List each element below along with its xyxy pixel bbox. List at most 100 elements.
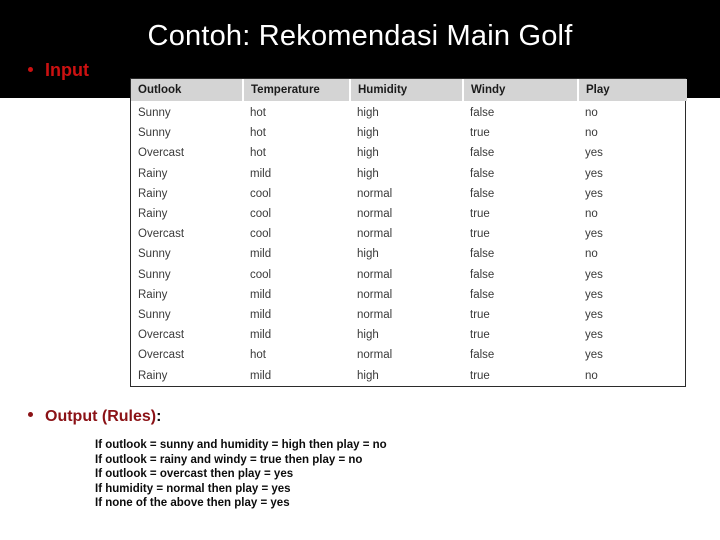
table-cell-humidity: normal bbox=[357, 288, 393, 301]
table-row: Overcast hot normal false yes bbox=[131, 345, 687, 365]
table-cell-humidity: normal bbox=[357, 349, 393, 362]
table-cell-temperature: mild bbox=[250, 288, 272, 301]
rule-line: If outlook = sunny and humidity = high t… bbox=[95, 439, 387, 451]
table-cell-windy: true bbox=[470, 208, 490, 221]
table-cell-humidity: high bbox=[357, 167, 379, 180]
table-cell-temperature: cool bbox=[250, 268, 272, 281]
table-cell-temperature: cool bbox=[250, 208, 272, 221]
table-cell-temperature: hot bbox=[250, 349, 266, 362]
table-cell-humidity: normal bbox=[357, 187, 393, 200]
table-cell-outlook: Sunny bbox=[138, 248, 171, 261]
table-cell-humidity: high bbox=[357, 127, 379, 140]
bullet-dot-icon bbox=[28, 67, 33, 72]
table-cell-windy: false bbox=[470, 349, 495, 362]
table-row: Sunny mild normal true yes bbox=[131, 305, 687, 325]
table-body: Sunny hot high false no Sunny hot high true no Ove… bbox=[131, 101, 687, 386]
table-cell-temperature: cool bbox=[250, 187, 272, 200]
table-row: Rainy cool normal true no bbox=[131, 204, 687, 224]
table-row: Overcast hot high false yes bbox=[131, 143, 687, 163]
column-header-temperature: Temperature bbox=[243, 79, 351, 101]
table-cell-windy: false bbox=[470, 167, 495, 180]
table-cell-windy: false bbox=[470, 187, 495, 200]
table-cell-temperature: cool bbox=[250, 228, 272, 241]
table-cell-windy: true bbox=[470, 369, 490, 382]
table-cell-play: no bbox=[585, 248, 598, 261]
table-cell-humidity: high bbox=[357, 369, 379, 382]
table-cell-play: no bbox=[585, 208, 598, 221]
table-row: Rainy mild high true no bbox=[131, 366, 687, 386]
table-cell-play: no bbox=[585, 107, 598, 119]
table-cell-humidity: normal bbox=[357, 208, 393, 221]
table-header-row: Outlook Temperature Humidity Windy Play bbox=[131, 79, 687, 101]
table-cell-windy: false bbox=[470, 288, 495, 301]
output-section-label: Output (Rules) bbox=[45, 408, 157, 425]
table-cell-temperature: hot bbox=[250, 147, 266, 160]
table-cell-play: yes bbox=[585, 228, 603, 241]
input-section-label: Input bbox=[45, 60, 89, 80]
table-cell-outlook: Overcast bbox=[138, 329, 185, 342]
table-cell-play: yes bbox=[585, 268, 603, 281]
weather-data-table-container: Outlook Temperature Humidity Windy Play … bbox=[130, 78, 687, 387]
table-cell-humidity: normal bbox=[357, 309, 393, 322]
table-cell-play: yes bbox=[585, 147, 603, 160]
table-row: Rainy mild normal false yes bbox=[131, 285, 687, 305]
table-cell-windy: false bbox=[470, 268, 495, 281]
table-cell-humidity: high bbox=[357, 147, 379, 160]
table-cell-humidity: normal bbox=[357, 268, 393, 281]
table-cell-outlook: Overcast bbox=[138, 349, 185, 362]
table-cell-outlook: Overcast bbox=[138, 228, 185, 241]
table-cell-windy: false bbox=[470, 107, 495, 119]
table-cell-temperature: mild bbox=[250, 248, 272, 261]
input-bullet-item: Input bbox=[28, 61, 89, 79]
table-cell-temperature: mild bbox=[250, 329, 272, 342]
table-row: Sunny cool normal false yes bbox=[131, 265, 687, 285]
table-cell-windy: true bbox=[470, 228, 490, 241]
page-title: Contoh: Rekomendasi Main Golf bbox=[147, 20, 573, 52]
weather-data-table: Outlook Temperature Humidity Windy Play … bbox=[131, 79, 687, 386]
table-cell-humidity: normal bbox=[357, 228, 393, 241]
table-cell-outlook: Rainy bbox=[138, 167, 168, 180]
table-cell-play: yes bbox=[585, 167, 603, 180]
column-header-humidity: Humidity bbox=[350, 79, 464, 101]
table-row: Rainy cool normal false yes bbox=[131, 184, 687, 204]
table-cell-temperature: hot bbox=[250, 127, 266, 140]
output-section-colon: : bbox=[156, 408, 162, 425]
table-cell-temperature: hot bbox=[250, 107, 266, 119]
table-cell-outlook: Rainy bbox=[138, 208, 168, 221]
table-cell-humidity: high bbox=[357, 248, 379, 261]
rule-line: If humidity = normal then play = yes bbox=[95, 482, 291, 495]
table-cell-play: yes bbox=[585, 329, 603, 342]
column-header-windy: Windy bbox=[463, 79, 579, 101]
table-cell-play: yes bbox=[585, 309, 603, 322]
table-header-row-group: Outlook Temperature Humidity Windy Play bbox=[131, 79, 687, 101]
table-cell-temperature: mild bbox=[250, 167, 272, 180]
table-cell-outlook: Overcast bbox=[138, 147, 185, 160]
output-bullet-item: Output (Rules): bbox=[28, 408, 161, 426]
table-cell-windy: true bbox=[470, 309, 490, 322]
table-cell-humidity: high bbox=[357, 329, 379, 342]
table-cell-play: yes bbox=[585, 288, 603, 301]
rule-line: If outlook = overcast then play = yes bbox=[95, 468, 294, 481]
table-cell-play: yes bbox=[585, 349, 603, 362]
table-cell-outlook: Sunny bbox=[138, 127, 171, 140]
table-cell-play: yes bbox=[585, 187, 603, 200]
bullet-dot-icon bbox=[28, 412, 33, 417]
table-cell-windy: false bbox=[470, 147, 495, 160]
table-row: Sunny mild high false no bbox=[131, 244, 687, 264]
table-cell-outlook: Sunny bbox=[138, 309, 171, 322]
table-cell-outlook: Rainy bbox=[138, 369, 168, 382]
table-cell-play: no bbox=[585, 369, 598, 382]
table-cell-outlook: Sunny bbox=[138, 268, 171, 281]
table-row: Overcast cool normal true yes bbox=[131, 224, 687, 244]
rules-list: If outlook = sunny and humidity = high t… bbox=[95, 438, 615, 511]
table-cell-windy: true bbox=[470, 127, 490, 140]
table-cell-temperature: mild bbox=[250, 369, 272, 382]
table-cell-windy: true bbox=[470, 329, 490, 342]
rule-line: If outlook = rainy and windy = true then… bbox=[95, 453, 363, 466]
table-cell-humidity: high bbox=[357, 107, 379, 119]
table-cell-play: no bbox=[585, 127, 598, 140]
rule-line: If none of the above then play = yes bbox=[95, 497, 290, 510]
column-header-play: Play bbox=[578, 79, 687, 101]
table-cell-outlook: Rainy bbox=[138, 187, 168, 200]
table-cell-outlook: Rainy bbox=[138, 288, 168, 301]
